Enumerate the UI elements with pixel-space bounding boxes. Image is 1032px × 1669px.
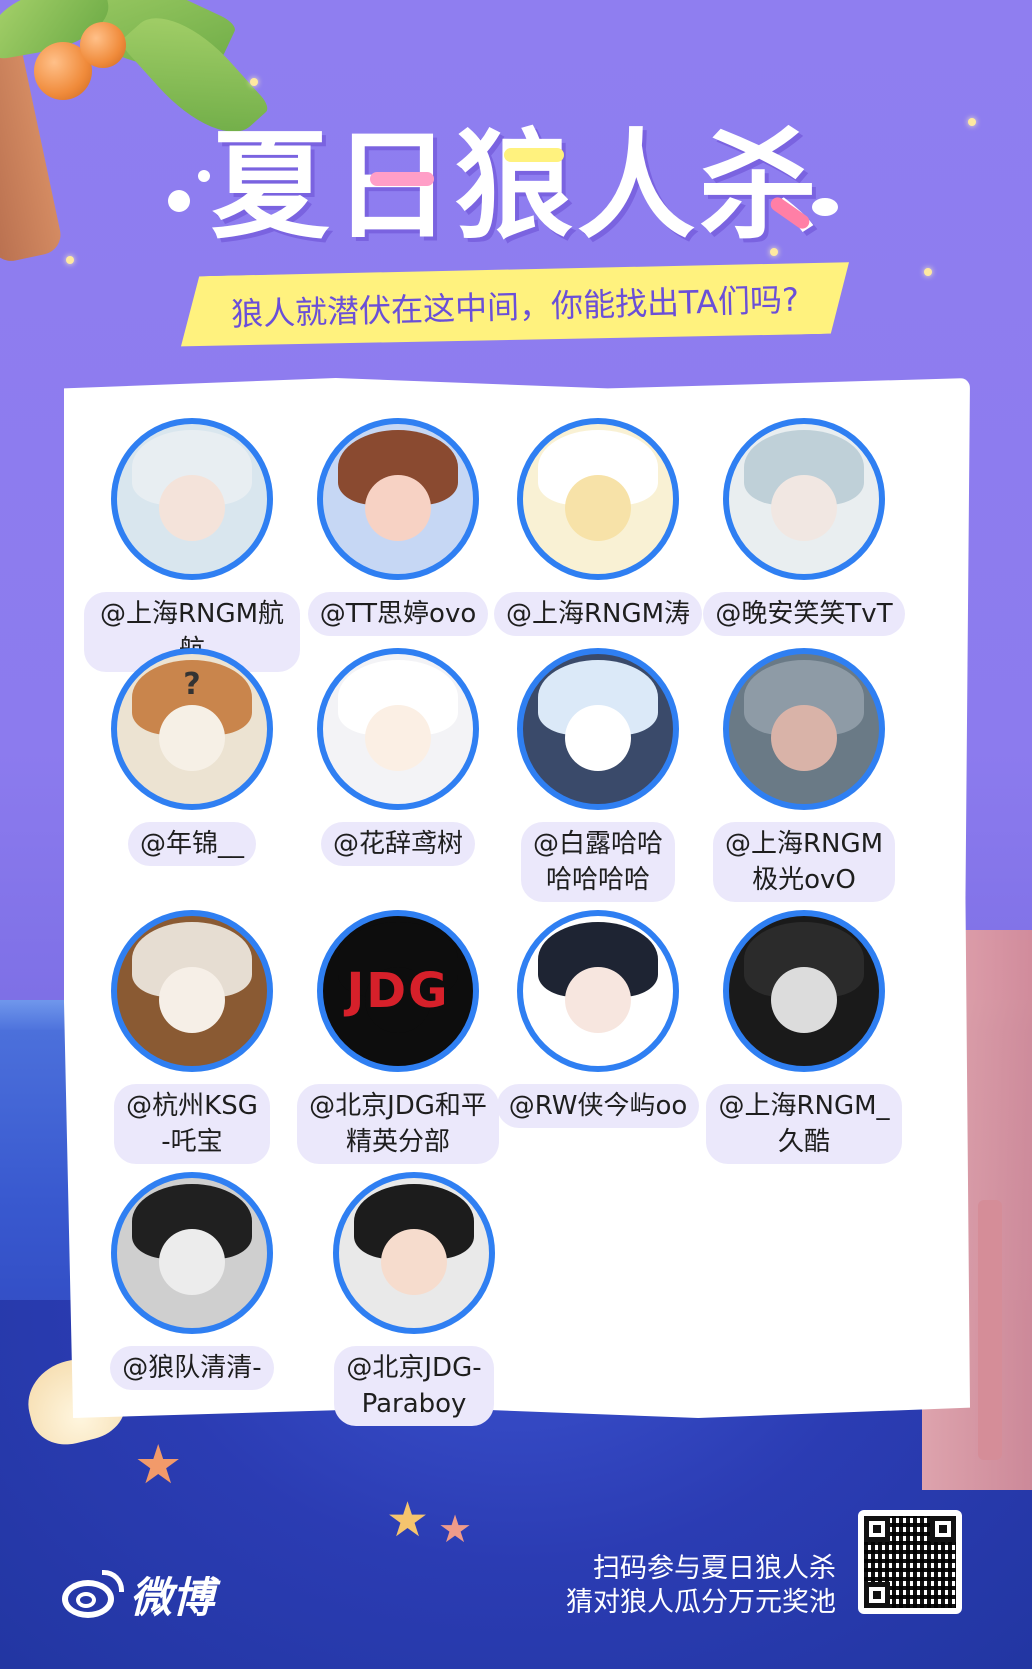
avatar-face bbox=[381, 1229, 447, 1295]
anime-dark-hair-icon[interactable] bbox=[517, 910, 679, 1072]
participant-item[interactable]: @上海RNGM航航 bbox=[84, 418, 300, 672]
starfish-icon: ★ bbox=[386, 1492, 430, 1548]
participant-name[interactable]: @杭州KSG -吒宝 bbox=[114, 1084, 270, 1164]
qr-code-icon[interactable] bbox=[858, 1510, 962, 1614]
avatar-face bbox=[159, 967, 225, 1033]
title-highlight bbox=[370, 172, 434, 186]
avatar-face bbox=[771, 967, 837, 1033]
avatar-face bbox=[365, 475, 431, 541]
anime-pale-hair-icon[interactable] bbox=[723, 418, 885, 580]
subtitle-banner: 狼人就潜伏在这中间，你能找出TA们吗? bbox=[179, 259, 851, 351]
participant-name[interactable]: @花辞鸢树 bbox=[320, 822, 475, 866]
avatar-face bbox=[159, 475, 225, 541]
avatar-face bbox=[159, 1229, 225, 1295]
avatar-face bbox=[159, 705, 225, 771]
title-area: 夏日狼人杀 bbox=[0, 90, 1032, 260]
avatar-face bbox=[565, 705, 631, 771]
avatar-face bbox=[565, 967, 631, 1033]
weibo-logo[interactable]: 微博 bbox=[62, 1564, 214, 1625]
anime-monochrome-icon[interactable] bbox=[723, 910, 885, 1072]
participant-name[interactable]: @白露哈哈 哈哈哈哈 bbox=[520, 822, 675, 902]
avatar-glyph: ? bbox=[183, 666, 201, 702]
cat-reading-book-icon[interactable] bbox=[517, 648, 679, 810]
rabbid-egg-icon[interactable] bbox=[111, 910, 273, 1072]
participant-item[interactable]: JDG @北京JDG和平 精英分部 bbox=[290, 910, 506, 1164]
participant-item[interactable]: @北京JDG- Paraboy bbox=[306, 1172, 522, 1426]
jdg-logo-icon[interactable]: JDG bbox=[317, 910, 479, 1072]
participant-item[interactable]: @白露哈哈 哈哈哈哈 bbox=[490, 648, 706, 902]
title-dot bbox=[168, 190, 190, 212]
avatar-face bbox=[771, 705, 837, 771]
qr-finder bbox=[864, 1582, 890, 1608]
participant-name[interactable]: @TT思婷ovo bbox=[307, 592, 489, 636]
participant-name[interactable]: @北京JDG和平 精英分部 bbox=[297, 1084, 499, 1164]
participant-name[interactable]: @上海RNGM 极光ovO bbox=[712, 822, 896, 902]
shiba-dog-icon[interactable]: ? bbox=[111, 648, 273, 810]
participant-name[interactable]: @上海RNGM涛 bbox=[493, 592, 703, 636]
pier-post bbox=[978, 1200, 1002, 1460]
avatar-face bbox=[565, 475, 631, 541]
weibo-eye-icon bbox=[62, 1569, 124, 1620]
starfish-icon: ★ bbox=[134, 1433, 183, 1496]
qr-pattern bbox=[864, 1516, 956, 1608]
participant-item[interactable]: @上海RNGM 极光ovO bbox=[696, 648, 912, 902]
footer-line-2: 猜对狼人瓜分万元奖池 bbox=[566, 1587, 836, 1618]
qr-finder bbox=[930, 1516, 956, 1542]
participant-name[interactable]: @上海RNGM_ 久酷 bbox=[706, 1084, 902, 1164]
footer-line-1: 扫码参与夏日狼人杀 bbox=[593, 1553, 836, 1584]
cartoon-sheep-sunglasses-icon[interactable] bbox=[517, 418, 679, 580]
participant-item[interactable]: @狼队清清- bbox=[84, 1172, 300, 1390]
title-dot bbox=[198, 170, 210, 182]
anime-bandage-icon[interactable] bbox=[111, 1172, 273, 1334]
qr-finder bbox=[864, 1516, 890, 1542]
participant-name[interactable]: @北京JDG- Paraboy bbox=[334, 1346, 494, 1426]
participant-name[interactable]: @晚安笑笑TvT bbox=[703, 592, 905, 636]
participant-item[interactable]: @RW侠今屿oo bbox=[490, 910, 706, 1128]
chibi-white-hair-icon[interactable] bbox=[317, 648, 479, 810]
page-title: 夏日狼人杀 bbox=[210, 116, 821, 255]
participant-item[interactable]: @上海RNGM涛 bbox=[490, 418, 706, 636]
participant-name[interactable]: @狼队清清- bbox=[110, 1346, 274, 1390]
chibi-paraboy-icon[interactable] bbox=[333, 1172, 495, 1334]
realistic-portrait-icon[interactable] bbox=[723, 648, 885, 810]
participant-item[interactable]: @晚安笑笑TvT bbox=[696, 418, 912, 636]
participant-item[interactable]: @上海RNGM_ 久酷 bbox=[696, 910, 912, 1164]
weibo-brand-text: 微博 bbox=[130, 1573, 215, 1622]
footer-instructions: 扫码参与夏日狼人杀 猜对狼人瓜分万元奖池 bbox=[516, 1552, 836, 1620]
participant-item[interactable]: @TT思婷ovo bbox=[290, 418, 506, 636]
participant-name[interactable]: @年锦__ bbox=[127, 822, 256, 866]
coconut-icon bbox=[80, 22, 126, 68]
sparkle-icon bbox=[250, 78, 258, 86]
participant-name[interactable]: @RW侠今屿oo bbox=[496, 1084, 700, 1128]
avatar-glyph: JDG bbox=[346, 963, 450, 1019]
avatar-face bbox=[771, 475, 837, 541]
participant-item[interactable]: ? @年锦__ bbox=[84, 648, 300, 866]
starfish-icon: ★ bbox=[438, 1507, 473, 1551]
title-highlight bbox=[504, 148, 564, 162]
pixel-bear-icon[interactable] bbox=[317, 418, 479, 580]
title-dot bbox=[812, 198, 838, 216]
avatar-face bbox=[365, 705, 431, 771]
sparkle-icon bbox=[924, 268, 932, 276]
anime-silver-hair-icon[interactable] bbox=[111, 418, 273, 580]
participant-item[interactable]: @花辞鸢树 bbox=[290, 648, 506, 866]
participant-item[interactable]: @杭州KSG -吒宝 bbox=[84, 910, 300, 1164]
